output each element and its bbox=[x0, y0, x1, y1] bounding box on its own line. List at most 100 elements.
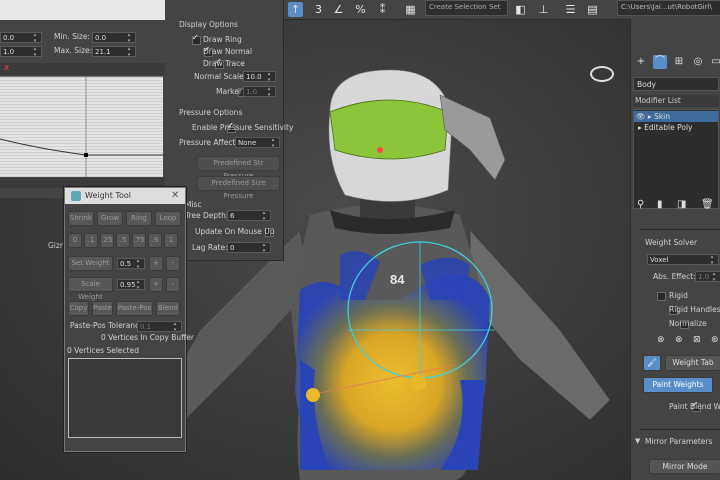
project-path-field[interactable]: C:\Users\Jai...ut\RobotGirl\ bbox=[617, 0, 720, 16]
snap-3d-icon[interactable]: 3 bbox=[311, 2, 326, 17]
paste-pos-button[interactable]: Paste-Pos bbox=[116, 301, 153, 316]
layer-manager-icon[interactable]: ☰ bbox=[563, 2, 578, 17]
divider bbox=[639, 429, 720, 430]
create-tab-icon[interactable]: + bbox=[634, 55, 648, 69]
object-name-field[interactable]: Body bbox=[633, 77, 719, 91]
copy-weights-icon[interactable]: ⊗ bbox=[675, 335, 683, 345]
weight-more-icon[interactable]: ⊛ bbox=[711, 335, 719, 345]
blend-button[interactable]: Blend bbox=[156, 301, 180, 316]
max-size-field[interactable]: 21.1 bbox=[92, 46, 136, 58]
select-move-icon[interactable]: ↑ bbox=[288, 2, 303, 17]
weight-table-button[interactable]: Weight Tab bbox=[665, 355, 720, 371]
grow-button[interactable]: Grow bbox=[97, 211, 123, 226]
stack-item-label: Skin bbox=[654, 112, 671, 121]
preset-025-button[interactable]: .25 bbox=[100, 233, 114, 248]
predefined-str-button[interactable]: Predefined Str Pressure bbox=[197, 156, 280, 180]
preset-01-button[interactable]: .1 bbox=[84, 233, 98, 248]
loop-button[interactable]: Loop bbox=[155, 211, 181, 226]
min-size-field[interactable]: 0.0 bbox=[92, 32, 136, 44]
expand-arrow-icon[interactable]: ▸ bbox=[634, 123, 644, 132]
copy-button[interactable]: Copy bbox=[68, 301, 89, 316]
mirror-parameters-header[interactable]: Mirror Parameters bbox=[645, 437, 712, 446]
viewcube-icon[interactable] bbox=[590, 66, 614, 82]
preset-05-button[interactable]: .5 bbox=[116, 233, 130, 248]
vertex-weight-list[interactable] bbox=[68, 358, 182, 438]
mirror-icon[interactable]: ◧ bbox=[513, 2, 528, 17]
tree-depth-label: Tree Depth: bbox=[185, 211, 229, 220]
falloff-curve-graph[interactable] bbox=[0, 76, 163, 177]
min-size-label: Min. Size: bbox=[54, 32, 90, 41]
max-size-left-field[interactable]: 1.0 bbox=[0, 46, 42, 58]
show-end-result-icon[interactable]: ▮ bbox=[657, 199, 663, 210]
paint-weights-button[interactable]: Paint Weights bbox=[643, 377, 713, 393]
display-tab-icon[interactable]: ▭ bbox=[709, 55, 720, 69]
stack-item-skin[interactable]: 👁 ▸ Skin bbox=[634, 111, 718, 122]
pressure-affects-label: Pressure Affects bbox=[179, 138, 240, 147]
preset-0-button[interactable]: 0 bbox=[68, 233, 82, 248]
mirror-mode-button[interactable]: Mirror Mode bbox=[649, 459, 720, 474]
stack-toolbar: ⚲ ▮ ◨ 🗑 bbox=[631, 199, 720, 213]
draw-ring-checkbox[interactable] bbox=[192, 33, 201, 45]
angle-snap-icon[interactable]: ∠ bbox=[331, 2, 346, 17]
weight-tool-toggle-button[interactable]: 🖌 bbox=[643, 355, 661, 371]
scale-weight-field[interactable]: 0.95 bbox=[117, 279, 145, 291]
enable-pressure-label: Enable Pressure Sensitivity bbox=[192, 123, 294, 132]
collapse-arrow-icon[interactable]: ▼ bbox=[635, 437, 640, 445]
pressure-affects-dropdown[interactable]: None bbox=[235, 137, 280, 149]
set-weight-plus-button[interactable]: + bbox=[149, 256, 163, 271]
marker-label: Marker bbox=[216, 87, 242, 96]
preset-1-button[interactable]: 1 bbox=[164, 233, 178, 248]
close-curve-icon[interactable]: x bbox=[4, 63, 9, 73]
predefined-size-button[interactable]: Predefined Size Pressure bbox=[197, 176, 280, 200]
scale-weight-button[interactable]: Scale Weight bbox=[68, 277, 113, 301]
misc-header: Misc bbox=[185, 200, 202, 209]
pin-stack-icon[interactable]: ⚲ bbox=[637, 199, 644, 210]
normal-scale-field[interactable]: 10.0 bbox=[243, 71, 276, 83]
motion-tab-icon[interactable]: ◎ bbox=[691, 55, 705, 69]
stack-item-editable-poly[interactable]: ▸ Editable Poly bbox=[634, 122, 718, 133]
edit-named-selection-icon[interactable]: ▦ bbox=[403, 2, 418, 17]
marker-field[interactable]: 1.0 bbox=[243, 86, 276, 98]
close-icon[interactable]: ✕ bbox=[171, 188, 179, 204]
modifier-list-dropdown[interactable]: Modifier List bbox=[633, 95, 719, 107]
solver-type-dropdown[interactable]: Voxel bbox=[647, 254, 719, 266]
mirror-paste-icon[interactable]: ⊗ bbox=[657, 335, 665, 345]
percent-snap-icon[interactable]: % bbox=[353, 2, 368, 17]
preset-075-button[interactable]: .75 bbox=[132, 233, 146, 248]
weight-tool-icon bbox=[71, 191, 81, 201]
lag-rate-field[interactable]: 0 bbox=[227, 242, 271, 254]
weight-tool-dialog: Weight Tool ✕ Shrink Grow Ring Loop 0 .1… bbox=[64, 187, 194, 452]
selection-set-dropdown[interactable]: Create Selection Set bbox=[425, 0, 508, 16]
set-weight-minus-button[interactable]: - bbox=[166, 256, 180, 271]
scale-weight-minus-button[interactable]: - bbox=[166, 277, 180, 292]
paste-weights-icon[interactable]: ⊠ bbox=[693, 335, 701, 345]
falloff-curve bbox=[0, 77, 163, 177]
command-panel: + ⌒ ⊞ ◎ ▭ Body Modifier List 👁 ▸ Skin ▸ … bbox=[630, 19, 720, 480]
lag-rate-label: Lag Rate: bbox=[192, 243, 228, 252]
shrink-button[interactable]: Shrink bbox=[68, 211, 94, 226]
align-icon[interactable]: ⊥ bbox=[536, 2, 551, 17]
min-size-left-field[interactable]: 0.0 bbox=[0, 32, 42, 44]
modify-tab-icon[interactable]: ⌒ bbox=[653, 55, 667, 69]
ring-button[interactable]: Ring bbox=[126, 211, 152, 226]
draw-trace-label: Draw Trace bbox=[203, 59, 245, 68]
pressure-options-header: Pressure Options bbox=[179, 108, 243, 117]
make-unique-icon[interactable]: ◨ bbox=[677, 199, 686, 210]
normal-scale-label: Normal Scale: bbox=[194, 72, 247, 81]
spinner-snap-icon[interactable]: ⁑ bbox=[375, 2, 390, 17]
set-weight-button[interactable]: Set Weight bbox=[68, 256, 113, 271]
paste-button[interactable]: Paste bbox=[92, 301, 113, 316]
tree-depth-field[interactable]: 6 bbox=[227, 210, 271, 222]
paste-pos-tolerance-field[interactable]: 0.1 bbox=[137, 321, 182, 333]
scene-explorer-icon[interactable]: ▤ bbox=[585, 2, 600, 17]
modifier-stack[interactable]: 👁 ▸ Skin ▸ Editable Poly bbox=[633, 109, 719, 209]
hierarchy-tab-icon[interactable]: ⊞ bbox=[672, 55, 686, 69]
scale-weight-plus-button[interactable]: + bbox=[149, 277, 163, 292]
weight-tool-titlebar[interactable]: Weight Tool ✕ bbox=[65, 188, 185, 204]
rigid-checkbox[interactable] bbox=[657, 292, 666, 301]
delete-modifier-icon[interactable]: 🗑 bbox=[701, 199, 714, 210]
abs-effect-field[interactable]: 1.0 bbox=[695, 271, 720, 283]
set-weight-field[interactable]: 0.5 bbox=[117, 258, 145, 270]
visibility-eye-icon[interactable]: 👁 bbox=[634, 112, 646, 121]
preset-09-button[interactable]: .9 bbox=[148, 233, 162, 248]
